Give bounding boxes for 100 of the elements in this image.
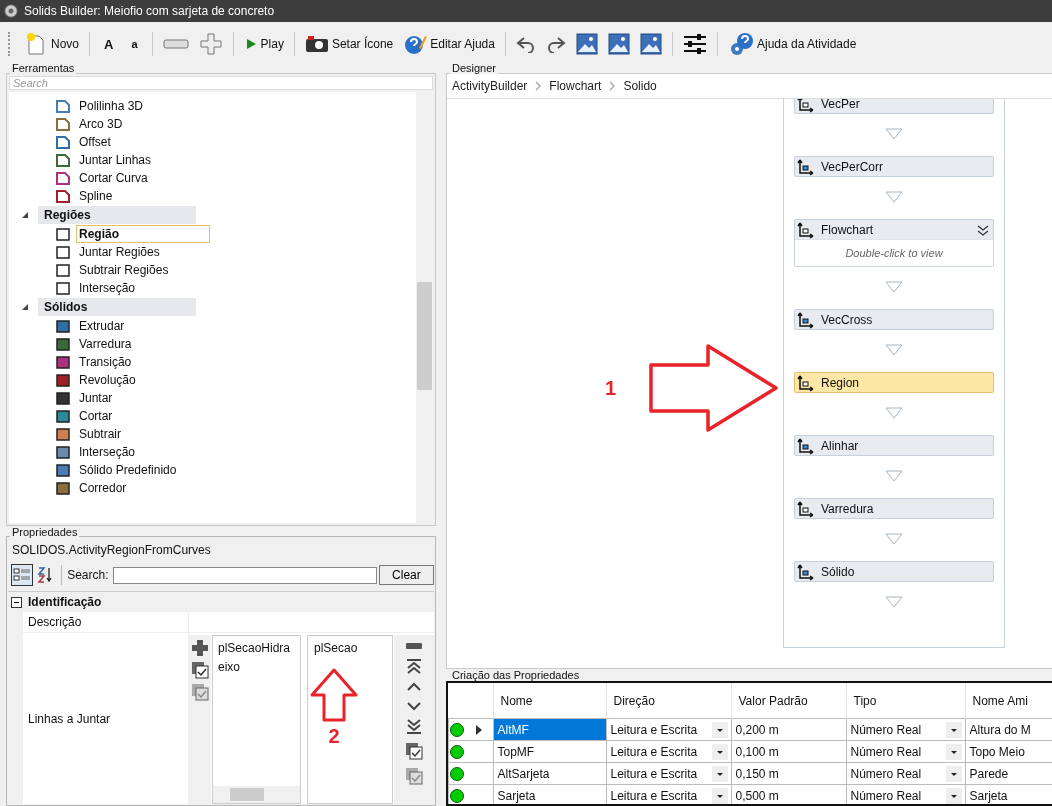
tree-item[interactable]: Interseção <box>76 279 139 297</box>
activity-node[interactable]: VecCross <box>794 309 994 330</box>
tree-item[interactable]: Cortar <box>76 407 116 425</box>
scrollbar[interactable] <box>213 786 300 803</box>
check-all-icon[interactable] <box>191 661 209 679</box>
available-list[interactable]: plSecaoHidra eixo <box>212 635 301 804</box>
column-header[interactable]: Direção <box>606 683 731 719</box>
tree-item[interactable]: Extrudar <box>76 317 128 335</box>
new-button[interactable]: Novo <box>20 29 83 59</box>
dropdown-field[interactable]: Leitura e Escrita <box>607 719 730 740</box>
add-icon[interactable] <box>191 639 209 657</box>
breadcrumb-link[interactable]: Flowchart <box>549 79 602 93</box>
activity-node[interactable]: Alinhar <box>794 435 994 456</box>
tool-icon <box>55 134 71 150</box>
tool-icon <box>55 188 71 204</box>
tree-item[interactable]: Juntar Regiões <box>76 243 163 261</box>
column-header[interactable]: Tipo <box>846 683 965 719</box>
tree-item[interactable]: Arco 3D <box>76 115 126 133</box>
list-item[interactable]: eixo <box>218 658 300 677</box>
table-cell[interactable]: TopMF <box>493 740 606 763</box>
play-button[interactable]: Play <box>239 29 288 59</box>
categorized-button[interactable] <box>11 564 33 586</box>
clear-button[interactable]: Clear <box>378 565 434 585</box>
activity-node[interactable]: Region <box>794 372 994 393</box>
move-down-icon[interactable] <box>405 700 423 712</box>
tree-item[interactable]: Subtrair <box>76 425 125 443</box>
row-header[interactable] <box>448 718 493 741</box>
expander-icon[interactable] <box>21 211 29 219</box>
activity-node[interactable]: VecPer <box>794 99 994 114</box>
tree-item[interactable]: Offset <box>76 133 114 151</box>
tree-item[interactable]: Transição <box>76 353 135 371</box>
tree-item[interactable]: Subtrair Regiões <box>76 261 172 279</box>
tool-icon <box>55 426 71 442</box>
tree-item[interactable]: Revolução <box>76 371 139 389</box>
camera-button[interactable]: Setar Ícone <box>300 29 398 59</box>
tree-item[interactable]: Juntar <box>76 389 116 407</box>
tree-item[interactable]: Spline <box>76 187 116 205</box>
column-header[interactable]: Valor Padrão <box>731 683 846 719</box>
activity-node[interactable]: Sólido <box>794 561 994 582</box>
tree-item[interactable]: Sólido Predefinido <box>76 461 180 479</box>
tool-icon <box>55 408 71 424</box>
table-cell[interactable]: 0,150 m <box>731 762 846 785</box>
list-item[interactable]: plSecao <box>314 639 392 658</box>
dropdown-field[interactable]: Leitura e Escrita <box>607 763 730 784</box>
breadcrumb-link[interactable]: Solido <box>623 79 657 93</box>
help-button[interactable]: Ajuda da Atividade <box>723 29 861 59</box>
tool-icon <box>55 318 71 334</box>
tool-icon <box>55 462 71 478</box>
tool-icon <box>55 226 71 242</box>
activity-icon <box>797 562 815 581</box>
tree-item[interactable]: Varredura <box>76 335 135 353</box>
dropdown-field[interactable]: Número Real <box>847 719 964 740</box>
tree-item[interactable]: Interseção <box>76 443 139 461</box>
font-size-button[interactable]: A <box>96 29 122 59</box>
tree-item[interactable]: Juntar Linhas <box>76 151 155 169</box>
table-cell[interactable]: AltSarjeta <box>493 762 606 785</box>
tree-category[interactable]: Regiões <box>38 206 196 224</box>
font-size-button[interactable]: a <box>123 29 146 59</box>
current-row-icon <box>476 724 482 735</box>
tree-item[interactable]: Região <box>76 225 210 243</box>
activity-node[interactable]: VecPerCorr <box>794 156 994 177</box>
collapse-icon[interactable] <box>11 596 22 608</box>
help-edit-button[interactable]: Editar Ajuda <box>399 29 499 59</box>
expand-icon[interactable] <box>977 223 989 236</box>
breadcrumb-link[interactable]: ActivityBuilder <box>452 79 528 93</box>
undo-icon <box>515 35 536 53</box>
plus-icon <box>198 32 223 56</box>
table-cell[interactable]: 0,100 m <box>731 740 846 763</box>
uncheck-all-icon[interactable] <box>191 683 209 701</box>
dropdown-field[interactable]: Número Real <box>847 785 964 804</box>
tree-item[interactable]: Polilinha 3D <box>76 97 147 115</box>
search-field[interactable] <box>112 566 377 584</box>
table-cell[interactable]: Altura do M <box>965 718 1052 741</box>
expander-icon[interactable] <box>21 303 29 311</box>
dropdown-field[interactable]: Leitura e Escrita <box>607 741 730 762</box>
remove-icon[interactable] <box>405 641 423 651</box>
tree-category[interactable]: Sólidos <box>38 298 196 316</box>
list-item[interactable]: plSecaoHidra <box>218 639 300 658</box>
tool-icon <box>55 444 71 460</box>
tree-item[interactable]: Corredor <box>76 479 130 497</box>
window-title: Solids Builder: Meiofio com sarjeta de concreto <box>24 4 275 18</box>
drop-arrow-icon <box>885 281 903 293</box>
activity-icon <box>797 373 815 392</box>
column-header[interactable]: Nome Ami <box>965 683 1052 719</box>
activity-node[interactable]: Varredura <box>794 498 994 519</box>
move-bottom-icon[interactable] <box>405 719 423 735</box>
activity-node[interactable]: Flowchart Double-click to view <box>794 219 994 267</box>
scrollbar[interactable] <box>416 92 433 523</box>
check-all-icon[interactable] <box>405 742 423 760</box>
tree-item[interactable]: Cortar Curva <box>76 169 151 187</box>
move-up-icon[interactable] <box>405 681 423 693</box>
dropdown-field[interactable]: Número Real <box>847 763 964 784</box>
uncheck-all-icon[interactable] <box>405 767 423 785</box>
annotation-number: 1 <box>605 376 617 400</box>
table-cell[interactable]: 0,200 m <box>731 718 846 741</box>
table-cell[interactable]: AltMF <box>493 718 606 741</box>
dropdown-field[interactable]: Número Real <box>847 741 964 762</box>
minus-icon <box>162 37 189 51</box>
dropdown-field[interactable]: Leitura e Escrita <box>607 785 730 804</box>
move-top-icon[interactable] <box>405 658 423 674</box>
